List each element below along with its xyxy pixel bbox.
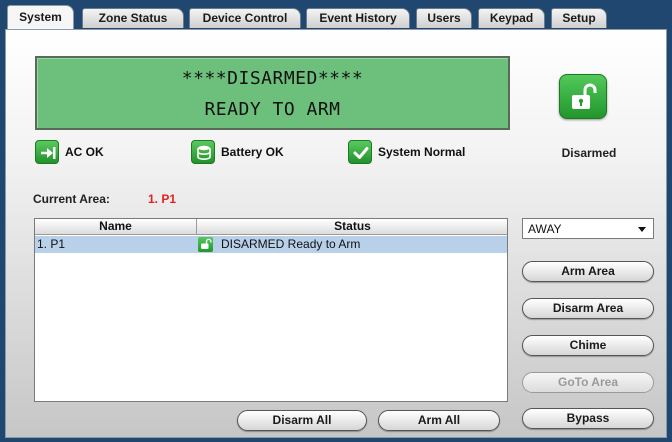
chime-button[interactable]: Chime (522, 335, 654, 356)
table-row[interactable]: 1. P1 DISARMED Ready to Arm (35, 236, 507, 253)
area-status-text: DISARMED Ready to Arm (221, 237, 361, 251)
tab-bar: System Zone Status Device Control Event … (0, 0, 672, 30)
ac-power-plug-icon (35, 140, 59, 164)
tab-system[interactable]: System (7, 5, 74, 30)
current-area-label: Current Area: (33, 192, 110, 206)
tab-keypad[interactable]: Keypad (478, 8, 545, 28)
areas-table-header: Name Status (35, 219, 507, 235)
arm-mode-select[interactable]: AWAY (522, 218, 654, 239)
arm-state-lock-button[interactable] (559, 74, 607, 119)
unlocked-padlock-icon (198, 237, 213, 252)
lcd-line-2: READY TO ARM (204, 99, 341, 120)
battery-status-label: Battery OK (221, 145, 284, 159)
system-panel: ****DISARMED**** READY TO ARM Disarmed A… (5, 29, 667, 438)
arm-area-button[interactable]: Arm Area (522, 261, 654, 282)
tab-setup[interactable]: Setup (551, 8, 607, 28)
disarm-all-button[interactable]: Disarm All (237, 410, 367, 431)
column-header-name[interactable]: Name (35, 219, 197, 235)
tab-event-history[interactable]: Event History (306, 8, 410, 28)
arm-status-text: Disarmed (561, 146, 617, 160)
area-status-cell: DISARMED Ready to Arm (198, 236, 503, 253)
column-header-status[interactable]: Status (198, 219, 507, 235)
keypad-lcd-display: ****DISARMED**** READY TO ARM (35, 56, 510, 130)
tab-users[interactable]: Users (416, 8, 472, 28)
area-name-cell: 1. P1 (37, 237, 66, 251)
battery-icon (191, 140, 215, 164)
arm-mode-selected-value: AWAY (528, 222, 562, 236)
tab-device-control[interactable]: Device Control (189, 8, 301, 28)
disarm-area-button[interactable]: Disarm Area (522, 298, 654, 319)
ac-status-label: AC OK (65, 145, 104, 159)
bypass-button[interactable]: Bypass (522, 408, 654, 429)
areas-table: Name Status 1. P1 DISARMED Ready to Arm (34, 218, 508, 402)
chevron-down-icon (638, 227, 646, 232)
lcd-line-1: ****DISARMED**** (181, 68, 364, 89)
arm-all-button[interactable]: Arm All (378, 410, 500, 431)
checkmark-icon (348, 140, 372, 164)
current-area-value: 1. P1 (148, 192, 177, 206)
unlocked-padlock-icon (572, 83, 597, 109)
system-status-label: System Normal (378, 145, 466, 159)
tab-zone-status[interactable]: Zone Status (82, 8, 184, 28)
goto-area-button[interactable]: GoTo Area (522, 372, 654, 393)
